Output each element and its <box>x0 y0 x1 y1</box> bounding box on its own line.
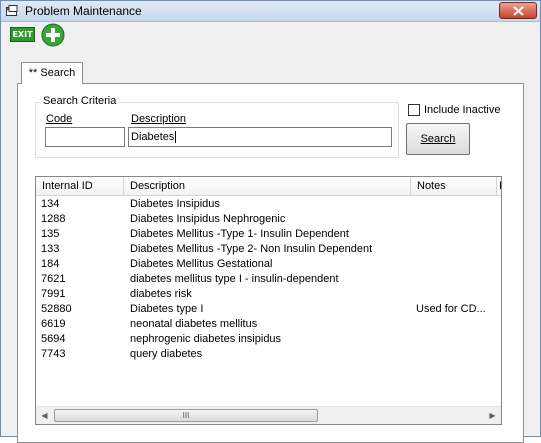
cell-notes <box>416 287 496 302</box>
table-row[interactable]: 7991 diabetes risk <box>36 287 501 302</box>
table-row[interactable]: 6619neonatal diabetes mellitus7 <box>36 317 501 332</box>
cell-description: Diabetes Insipidus Nephrogenic <box>130 213 286 225</box>
cell-id: 6619 <box>41 318 66 330</box>
search-criteria-legend: Search Criteria <box>41 95 119 107</box>
column-header-internal-id[interactable]: Internal ID <box>36 177 124 196</box>
cell-description: Diabetes Insipidus <box>130 198 220 210</box>
scroll-right-arrow-icon[interactable]: ▶ <box>484 407 501 424</box>
cell-id: 133 <box>41 243 60 255</box>
cell-notes <box>416 332 496 347</box>
table-row[interactable]: 1288Diabetes Insipidus Nephrogenic5 <box>36 212 501 227</box>
code-label: Code <box>46 113 73 125</box>
window-app-icon <box>6 5 18 16</box>
horizontal-scrollbar[interactable]: ◀ III ▶ <box>36 406 501 424</box>
list-header: Internal ID Description Notes I <box>36 177 501 196</box>
cell-description: neonatal diabetes mellitus <box>130 318 258 330</box>
include-inactive-checkbox[interactable] <box>408 104 420 116</box>
cell-id: 1288 <box>41 213 66 225</box>
cell-description: diabetes risk <box>130 288 192 300</box>
description-input[interactable]: Diabetes <box>128 127 392 147</box>
window-title: Problem Maintenance <box>25 4 142 18</box>
table-row[interactable]: 133 Diabetes Mellitus -Type 2- Non Insuli… <box>36 242 501 257</box>
cell-id: 5694 <box>41 333 66 345</box>
cell-notes <box>416 317 496 332</box>
tab-search[interactable]: ** Search <box>21 62 83 84</box>
include-inactive-label: Include Inactive <box>424 104 501 116</box>
cell-notes: Used for CD... <box>416 303 486 315</box>
cell-notes <box>416 272 496 287</box>
cell-id: 7621 <box>41 273 66 285</box>
scroll-thumb[interactable]: III <box>54 409 318 422</box>
cell-description: Diabetes Mellitus -Type 1- Insulin Depen… <box>130 228 349 240</box>
scroll-left-arrow-icon[interactable]: ◀ <box>36 407 53 424</box>
cell-notes <box>416 197 496 212</box>
cell-id: 184 <box>41 258 60 270</box>
cell-description: Diabetes Mellitus -Type 2- Non Insulin D… <box>130 243 373 255</box>
code-input[interactable] <box>45 127 125 147</box>
cell-id: 7743 <box>41 348 66 360</box>
table-row[interactable]: 135 Diabetes Mellitus -Type 1- Insulin De… <box>36 227 501 242</box>
table-row[interactable]: 184Diabetes Mellitus Gestational6 <box>36 257 501 272</box>
add-icon[interactable] <box>41 23 65 47</box>
table-row[interactable]: 134Diabetes Insipidus2 <box>36 197 501 212</box>
search-button[interactable]: Search <box>406 123 470 155</box>
cell-id: 135 <box>41 228 60 240</box>
close-window-button[interactable] <box>499 2 537 19</box>
exit-button[interactable]: EXIT <box>10 27 35 42</box>
cell-notes <box>416 257 496 272</box>
toolbar: EXIT <box>1 23 540 47</box>
problem-maintenance-window: Problem Maintenance EXIT ** Search Searc… <box>0 0 541 443</box>
cell-id: 134 <box>41 198 60 210</box>
cell-description: diabetes mellitus type I - insulin-depen… <box>130 273 339 285</box>
column-header-description[interactable]: Description <box>124 177 411 196</box>
cell-notes <box>416 347 496 362</box>
title-bar: Problem Maintenance <box>1 1 540 22</box>
cell-id: 7991 <box>41 288 66 300</box>
table-row[interactable]: 7743 query diabetes <box>36 347 501 362</box>
table-row[interactable]: 5694nephrogenic diabetes insipidus5 <box>36 332 501 347</box>
description-label: Description <box>131 113 187 125</box>
table-row[interactable]: 7621 diabetes mellitus type I - insulin-d… <box>36 272 501 287</box>
column-header-notes[interactable]: Notes <box>411 177 497 196</box>
table-row[interactable]: 52880Diabetes type IUsed for CD...2 <box>36 302 501 317</box>
cell-description: Diabetes Mellitus Gestational <box>130 258 273 270</box>
close-icon <box>513 6 524 16</box>
cell-notes <box>416 212 496 227</box>
cell-notes <box>416 227 496 242</box>
cell-notes <box>416 242 496 257</box>
cell-id: 52880 <box>41 303 72 315</box>
results-list[interactable]: Internal ID Description Notes I 134 Diabe… <box>35 176 502 425</box>
cell-description: query diabetes <box>130 348 203 360</box>
cell-description: Diabetes type I <box>130 303 204 315</box>
column-header-truncated[interactable]: I <box>497 177 501 196</box>
cell-description: nephrogenic diabetes insipidus <box>130 333 282 345</box>
